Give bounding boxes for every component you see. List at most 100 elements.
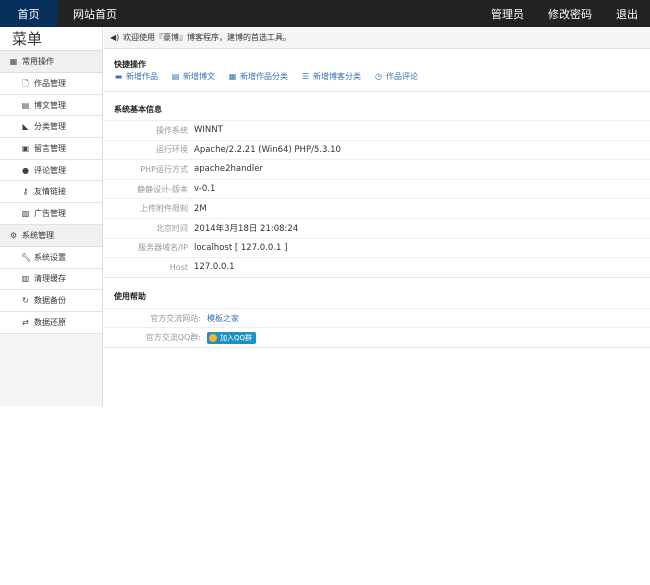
- grid-icon: ▦: [9, 57, 18, 66]
- sidebar-item-restore[interactable]: ⇄ 数据还原: [0, 311, 102, 334]
- tab-home[interactable]: 首页: [0, 0, 57, 27]
- logout-link[interactable]: 退出: [604, 0, 650, 27]
- sidebar-item-label: 系统设置: [34, 252, 66, 262]
- sidebar: 菜单 ▦ 常用操作 🗋 作品管理 ▤ 博文管理 ◣ 分类管理 ▣ 留言管理 ● …: [0, 27, 103, 406]
- info-value: localhost [ 127.0.0.1 ]: [194, 242, 288, 253]
- sidebar-item-clear-cache[interactable]: ▥ 清理缓存: [0, 268, 102, 291]
- help-row: 官方交流QQ群: 加入QQ群: [104, 327, 650, 347]
- help-title: 使用帮助: [114, 291, 146, 301]
- comment-icon: ●: [22, 165, 29, 175]
- info-value: WINNT: [194, 125, 223, 136]
- sidebar-item-messages[interactable]: ▣ 留言管理: [0, 138, 102, 160]
- sidebar-item-label: 数据备份: [34, 296, 66, 306]
- info-row: Host 127.0.0.1: [104, 257, 650, 277]
- sidebar-item-works[interactable]: 🗋 作品管理: [0, 73, 102, 95]
- quick-link-label: 新增博文: [183, 72, 215, 81]
- sidebar-item-label: 友情链接: [34, 187, 66, 197]
- sidebar-item-settings[interactable]: 🔧︎ 系统设置: [0, 246, 102, 269]
- quick-link-label: 新增作品分类: [240, 72, 288, 81]
- help-row: 官方交流网站: 模板之家: [104, 307, 650, 328]
- main-content: ◀) 欢迎使用『豪博』博客程序，建博的首选工具。 快捷操作 ▬ 新增作品 ▤ 新…: [104, 27, 650, 406]
- retweet-icon: ⇄: [22, 317, 29, 327]
- info-label: 运行环境: [156, 145, 188, 155]
- welcome-text: 欢迎使用『豪博』博客程序，建博的首选工具。: [123, 33, 291, 42]
- official-site-link[interactable]: 模板之家: [207, 313, 239, 324]
- help-label: 官方交流网站:: [150, 313, 201, 323]
- inbox-icon: ▣: [21, 143, 30, 153]
- sidebar-group-system[interactable]: ⚙ 系统管理: [0, 224, 102, 247]
- sidebar-item-backup[interactable]: ↻ 数据备份: [0, 290, 102, 312]
- work-comments-link[interactable]: ◷ 作品评论: [374, 71, 418, 82]
- info-label: PHP运行方式: [140, 164, 188, 174]
- calendar-icon: ▦: [228, 72, 237, 81]
- sidebar-group-label: 常用操作: [22, 57, 54, 66]
- top-right-menu: 管理员 修改密码 退出: [479, 0, 650, 27]
- info-label: Host: [169, 262, 188, 272]
- info-value: 2M: [194, 203, 207, 214]
- quick-actions-section: 快捷操作 ▬ 新增作品 ▤ 新增博文 ▦ 新增作品分类 ☰ 新增博客分类 ◷ 作…: [104, 49, 650, 92]
- info-label: 服务器域名/IP: [138, 243, 188, 253]
- tab-site-home[interactable]: 网站首页: [57, 0, 117, 27]
- sidebar-group-label: 系统管理: [22, 230, 54, 240]
- list-icon: ☰: [301, 72, 310, 81]
- tags-icon: ◣: [22, 122, 29, 132]
- info-value: apache2handler: [194, 164, 263, 175]
- welcome-notice: ◀) 欢迎使用『豪博』博客程序，建博的首选工具。: [104, 27, 650, 49]
- sidebar-item-label: 广告管理: [34, 208, 66, 218]
- change-password-link[interactable]: 修改密码: [536, 0, 604, 27]
- quick-link-label: 新增博客分类: [313, 72, 361, 81]
- trash-icon: ▥: [21, 274, 30, 284]
- sidebar-item-links[interactable]: ⚷ 友情链接: [0, 181, 102, 204]
- list-alt-icon: ▤: [171, 72, 180, 81]
- info-value: v-0.1: [194, 184, 216, 195]
- help-label: 官方交流QQ群:: [145, 333, 201, 342]
- system-info-title: 系统基本信息: [114, 105, 162, 114]
- key-icon: ⚷: [22, 187, 29, 197]
- quick-link-label: 作品评论: [386, 72, 418, 81]
- sidebar-item-label: 清理缓存: [34, 274, 66, 284]
- system-info-section: 系统基本信息 操作系统 WINNT 运行环境 Apache/2.2.21 (Wi…: [104, 92, 650, 278]
- qq-button-label: 加入QQ群: [220, 333, 253, 342]
- info-label: 北京时间: [156, 223, 188, 233]
- qq-icon: [209, 333, 217, 342]
- join-qq-group-button[interactable]: 加入QQ群: [207, 331, 257, 344]
- info-row: 运行环境 Apache/2.2.21 (Win64) PHP/5.3.10: [104, 139, 650, 160]
- sidebar-item-comments[interactable]: ● 评论管理: [0, 159, 102, 182]
- sidebar-item-categories[interactable]: ◣ 分类管理: [0, 116, 102, 139]
- quick-actions-title: 快捷操作: [114, 60, 146, 69]
- sidebar-item-label: 数据还原: [34, 317, 66, 327]
- sidebar-item-label: 留言管理: [34, 143, 66, 153]
- info-row: 上传附件限制 2M: [104, 198, 650, 218]
- gear-icon: ⚙: [9, 230, 18, 240]
- info-row: PHP运行方式 apache2handler: [104, 159, 650, 179]
- info-value: Apache/2.2.21 (Win64) PHP/5.3.10: [194, 144, 341, 155]
- sidebar-item-posts[interactable]: ▤ 博文管理: [0, 94, 102, 117]
- film-icon: ▬: [114, 72, 123, 81]
- help-section: 使用帮助 官方交流网站: 模板之家 官方交流QQ群: 加入QQ群: [104, 278, 650, 348]
- info-row: 北京时间 2014年3月18日 21:08:24: [104, 217, 650, 238]
- admin-link[interactable]: 管理员: [479, 0, 536, 27]
- sidebar-item-ads[interactable]: ▧ 广告管理: [0, 203, 102, 225]
- info-label: 上传附件限制: [140, 204, 188, 214]
- sidebar-item-label: 分类管理: [34, 122, 66, 132]
- wrench-icon: 🔧︎: [21, 252, 32, 262]
- volume-icon: ◀): [110, 33, 120, 42]
- info-value: 2014年3月18日 21:08:24: [194, 224, 299, 235]
- add-post-link[interactable]: ▤ 新增博文: [171, 71, 215, 82]
- quick-link-label: 新增作品: [126, 72, 158, 81]
- sidebar-item-label: 评论管理: [34, 165, 66, 175]
- add-work-link[interactable]: ▬ 新增作品: [114, 71, 158, 82]
- sidebar-item-label: 博文管理: [34, 100, 66, 110]
- add-work-category-link[interactable]: ▦ 新增作品分类: [228, 71, 288, 82]
- time-icon: ◷: [375, 72, 382, 81]
- picture-icon: ▧: [21, 208, 30, 218]
- info-label: 静静设计-版本: [137, 184, 188, 194]
- info-value: 127.0.0.1: [194, 262, 235, 273]
- refresh-icon: ↻: [22, 296, 29, 306]
- add-blog-category-link[interactable]: ☰ 新增博客分类: [301, 71, 361, 82]
- sidebar-group-common[interactable]: ▦ 常用操作: [0, 51, 102, 73]
- top-navbar: 首页 网站首页 管理员 修改密码 退出: [0, 0, 650, 27]
- info-row: 服务器域名/IP localhost [ 127.0.0.1 ]: [104, 237, 650, 258]
- info-row: 静静设计-版本 v-0.1: [104, 178, 650, 199]
- document-icon: ▤: [21, 100, 30, 110]
